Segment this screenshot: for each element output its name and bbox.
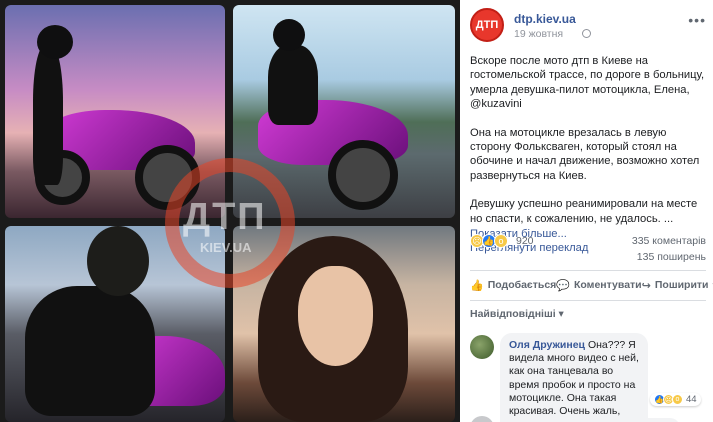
rider-shape — [33, 45, 63, 185]
comment-text: Она??? Я видела много видео с ней, как о… — [509, 339, 639, 422]
comment-sort-dropdown[interactable]: Найвідповідніші ▾ — [470, 308, 564, 320]
share-button[interactable]: ↪ Поширити ▾ — [642, 276, 713, 294]
page-avatar[interactable]: ДТП — [470, 8, 504, 42]
page-name-link[interactable]: dtp.kiev.ua — [514, 12, 576, 26]
rider-shape — [25, 286, 155, 416]
photo-collage[interactable]: ДТП KIEV.UA — [0, 0, 460, 422]
reactions-bar: ☹ 👍 o 920 335 коментарів 135 поширень — [470, 234, 706, 263]
post-panel: ДТП dtp.kiev.ua 19 жовтня ••• Вскоре пос… — [460, 0, 713, 422]
post-paragraph: Вскоре после мото дтп в Киеве на гостоме… — [470, 55, 705, 111]
post-text: Вскоре после мото дтп в Киеве на гостоме… — [470, 54, 708, 256]
globe-icon — [582, 29, 591, 38]
like-button[interactable]: 👍 Подобається — [470, 276, 556, 294]
comment-label: Коментувати — [574, 279, 642, 291]
avatar-text: ДТП — [475, 19, 499, 31]
like-label: Подобається — [487, 279, 557, 291]
share-icon: ↪ — [641, 279, 651, 292]
comment-bubble — [500, 418, 680, 422]
reaction-icons[interactable]: ☹ 👍 o — [470, 234, 508, 248]
post-paragraph: Она на мотоцикле врезалась в левую сторо… — [470, 126, 700, 182]
helmet-shape — [87, 226, 149, 296]
wow-icon: o — [494, 234, 508, 248]
wheel-shape — [328, 140, 398, 210]
post-header: ДТП dtp.kiev.ua 19 жовтня ••• — [470, 8, 706, 42]
commenter-avatar[interactable] — [470, 335, 494, 359]
more-horizontal-icon[interactable]: ••• — [688, 12, 706, 28]
watermark-text: ДТП — [183, 196, 267, 238]
action-bar: 👍 Подобається 💬 Коментувати ↪ Поширити ▾ — [470, 276, 713, 294]
reaction-count[interactable]: 920 — [516, 235, 534, 247]
helmet-shape — [37, 25, 73, 59]
comment-icon: 💬 — [556, 279, 570, 292]
next-comment-preview — [470, 414, 706, 422]
divider — [470, 300, 706, 301]
commenter-name[interactable]: Оля Дружинец — [509, 339, 585, 351]
rider-shape — [268, 45, 318, 125]
thumbs-up-icon: 👍 — [470, 279, 484, 292]
shares-count[interactable]: 135 поширень — [637, 251, 706, 263]
face-shape — [298, 266, 373, 366]
comment-bubble: Оля Дружинец Она??? Я видела много видео… — [500, 333, 648, 422]
comment-reaction-count: 44 — [686, 394, 697, 405]
commenter-avatar[interactable] — [470, 416, 494, 422]
watermark-subtext: KIEV.UA — [200, 240, 252, 255]
comment-reactions[interactable]: 👍 ☹ o 44 — [650, 393, 701, 406]
post-paragraph: Девушку успешно реанимировали на месте н… — [470, 198, 698, 225]
post-date[interactable]: 19 жовтня — [514, 28, 563, 40]
share-label: Поширити — [654, 279, 709, 291]
wow-icon: o — [672, 394, 683, 405]
comments-count[interactable]: 335 коментарів — [632, 235, 706, 247]
helmet-shape — [273, 19, 305, 51]
comment-button[interactable]: 💬 Коментувати — [556, 276, 641, 294]
divider — [470, 270, 706, 271]
